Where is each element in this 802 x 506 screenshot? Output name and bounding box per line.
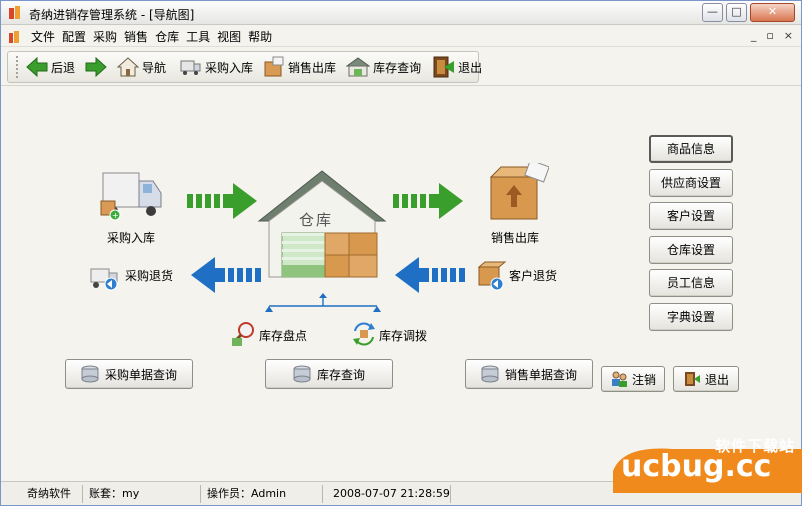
status-account: 账套：my (85, 485, 201, 503)
supplier-settings-button[interactable]: 供应商设置 (649, 169, 733, 197)
sales-box-icon[interactable] (487, 163, 549, 221)
navigate-button[interactable]: 导航 (113, 53, 170, 81)
users-icon (611, 371, 627, 387)
window-title: 奇纳进销存管理系统 - [导航图] (29, 8, 195, 22)
purchase-return-label[interactable]: 采购退货 (125, 267, 173, 284)
purchase-return-icon[interactable] (89, 265, 121, 291)
watermark-big-text: ucbug.cc (621, 449, 772, 484)
menu-warehouse[interactable]: 仓库 (153, 29, 184, 45)
stock-transfer-icon[interactable] (351, 321, 377, 347)
purchase-doc-query-button[interactable]: 采购单据查询 (65, 359, 193, 389)
sales-doc-query-label: 销售单据查询 (504, 367, 577, 382)
main-toolbar: 后退 导航 采购入库 销售出库 库存查询 退出 (7, 51, 482, 83)
stock-check-label[interactable]: 库存盘点 (259, 327, 307, 344)
status-operator: 操作员：Admin (203, 485, 323, 503)
purchase-in-node-label[interactable]: 采购入库 (107, 229, 155, 246)
menu-purchase[interactable]: 采购 (91, 29, 122, 45)
warehouse-settings-button[interactable]: 仓库设置 (649, 236, 733, 264)
app-window: 奇纳进销存管理系统 - [导航图] — □ ✕ 文件 配置 采购 销售 仓库 工… (0, 0, 802, 506)
sales-out-label: 销售出库 (288, 60, 337, 75)
blue-left-arrow-icon (395, 257, 465, 293)
exit-door-icon (433, 56, 455, 78)
database-icon (81, 365, 99, 383)
site-watermark: 软件下载站 ucbug.cc (613, 435, 802, 495)
menu-bar: 文件 配置 采购 销售 仓库 工具 视图 帮助 _ ▫ × (1, 26, 801, 47)
close-button[interactable]: ✕ (750, 3, 795, 22)
exit-label: 退出 (458, 60, 483, 75)
navigate-label: 导航 (142, 60, 167, 75)
customer-return-label[interactable]: 客户退货 (509, 267, 557, 284)
purchase-in-button[interactable]: 采购入库 (176, 53, 257, 81)
box-out-icon (264, 56, 284, 77)
forward-button[interactable] (81, 53, 111, 81)
mdi-child-icon[interactable] (9, 31, 20, 43)
purchase-doc-query-label: 采购单据查询 (104, 367, 177, 382)
menu-tools[interactable]: 工具 (184, 29, 215, 45)
toolbar-band: 后退 导航 采购入库 销售出库 库存查询 退出 (1, 48, 801, 86)
toolbar-grip[interactable] (16, 56, 18, 78)
mdi-restore-button[interactable]: ▫ (766, 29, 773, 42)
title-bar[interactable]: 奇纳进销存管理系统 - [导航图] — □ ✕ (1, 1, 801, 25)
exit-door-icon (684, 372, 700, 386)
app-icon (9, 6, 20, 19)
menu-file[interactable]: 文件 (29, 29, 60, 45)
green-right-arrow-icon (187, 183, 257, 219)
stock-query-button[interactable]: 库存查询 (342, 53, 425, 81)
purchase-truck-icon[interactable]: + (99, 167, 163, 225)
stock-query-panel-button[interactable]: 库存查询 (265, 359, 393, 389)
forward-arrow-icon (85, 57, 107, 77)
warehouse-icon (346, 57, 371, 77)
home-icon (117, 57, 140, 77)
logout-label: 注销 (631, 372, 656, 387)
stock-check-icon[interactable] (231, 321, 257, 347)
sales-out-button[interactable]: 销售出库 (259, 53, 340, 81)
blue-left-arrow-icon (191, 257, 261, 293)
mdi-minimize-button[interactable]: _ (751, 29, 757, 42)
back-button[interactable]: 后退 (22, 53, 79, 81)
maximize-button[interactable]: □ (726, 3, 747, 22)
warehouse-sign-label: 仓库 (299, 211, 334, 229)
exit-button[interactable]: 退出 (427, 53, 486, 81)
branch-connector (265, 293, 381, 312)
menu-view[interactable]: 视图 (215, 29, 246, 45)
back-arrow-icon (26, 57, 48, 77)
back-label: 后退 (51, 60, 76, 75)
database-icon (481, 365, 499, 383)
stock-query-label: 库存查询 (373, 60, 422, 75)
minimize-button[interactable]: — (702, 3, 723, 22)
exit-panel-label: 退出 (704, 372, 729, 387)
green-right-arrow-icon (393, 183, 463, 219)
logout-button[interactable]: 注销 (601, 366, 665, 392)
purchase-in-label: 采购入库 (205, 60, 254, 75)
mdi-close-button[interactable]: × (784, 29, 793, 42)
menu-help[interactable]: 帮助 (246, 29, 277, 45)
product-info-button[interactable]: 商品信息 (649, 135, 733, 163)
stock-transfer-label[interactable]: 库存调拨 (379, 327, 427, 344)
customer-return-icon[interactable] (477, 261, 507, 291)
menu-sales[interactable]: 销售 (122, 29, 153, 45)
svg-text:+: + (112, 211, 119, 220)
staff-info-button[interactable]: 员工信息 (649, 269, 733, 297)
exit-panel-button[interactable]: 退出 (673, 366, 739, 392)
status-datetime: 2008-07-07 21:28:59 (327, 485, 451, 503)
dictionary-settings-button[interactable]: 字典设置 (649, 303, 733, 331)
truck-icon (180, 60, 201, 75)
navigation-panel: + 采购入库 仓库 销售出库 采购退货 客户退货 库存盘点 库存调拨 采购单据查… (7, 89, 795, 479)
sales-out-node-label[interactable]: 销售出库 (491, 229, 539, 246)
stock-query-panel-label: 库存查询 (316, 367, 365, 382)
database-icon (293, 365, 311, 383)
sales-doc-query-button[interactable]: 销售单据查询 (465, 359, 593, 389)
menu-config[interactable]: 配置 (60, 29, 91, 45)
status-company: 奇纳软件 (23, 485, 83, 503)
customer-settings-button[interactable]: 客户设置 (649, 202, 733, 230)
